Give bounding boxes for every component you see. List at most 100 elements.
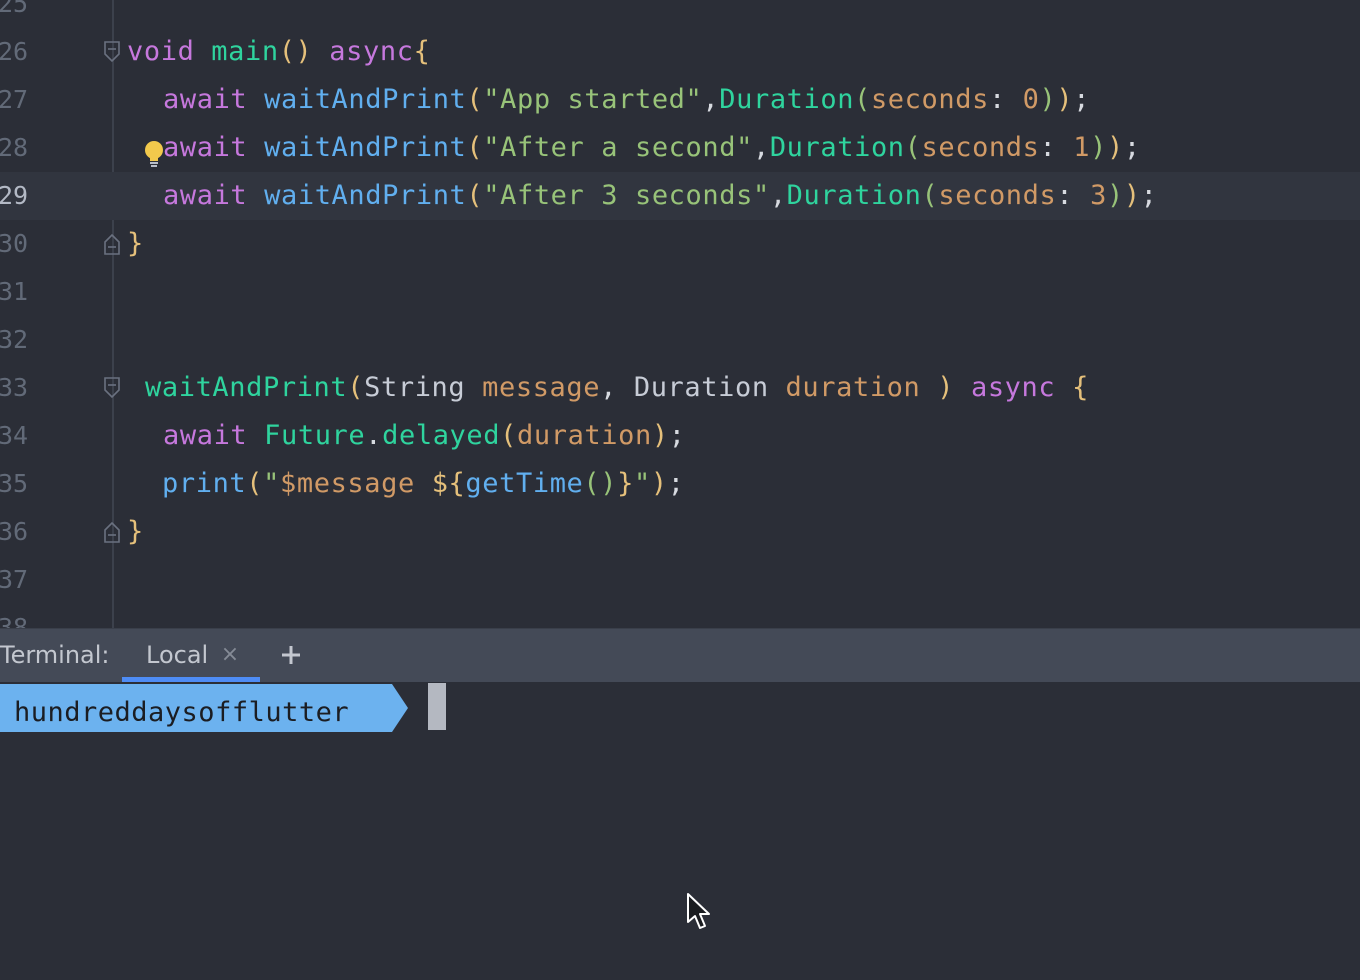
fold-collapse-icon[interactable] [103,377,121,399]
code-token: waitAndPrint [264,132,467,163]
code-token: } [127,516,144,547]
code-text[interactable]: await waitAndPrint("After a second",Dura… [163,124,1141,172]
code-token: " [263,468,280,499]
plus-icon[interactable] [276,640,306,670]
code-token: ( [904,132,922,163]
code-token: ) [937,372,955,403]
terminal-output[interactable]: hundreddaysofflutter [0,682,1360,980]
code-token: "After 3 seconds" [483,180,770,211]
code-line[interactable]: 33 waitAndPrint(String message, Duration … [0,364,1360,412]
line-number: 33 [0,373,29,402]
code-editor[interactable]: 25 26 void main() async{27 await waitAndPri… [0,0,1360,628]
line-number: 28 [0,133,29,162]
code-text[interactable]: void main() async{ [127,28,430,76]
code-token: ; [1073,84,1091,115]
line-number: 25 [0,0,29,18]
code-token: ; [1123,132,1141,163]
code-token: : [1039,132,1074,163]
code-token: , [600,372,634,403]
code-token: , [752,132,770,163]
code-token: ) [650,468,668,499]
code-line[interactable]: 27 await waitAndPrint("App started",Durat… [0,76,1360,124]
code-token: $message [280,468,415,499]
code-token: delayed [382,420,501,451]
code-line[interactable]: 34 await Future.delayed(duration); [0,412,1360,460]
code-token: ( [246,468,264,499]
tab-local[interactable]: Local × [122,629,260,682]
code-token: Future [264,420,366,451]
code-line[interactable]: 37 [0,556,1360,604]
code-token: ) [1106,180,1124,211]
line-number: 30 [0,229,29,258]
code-line[interactable]: 25 [0,0,1360,28]
code-token: { [1072,372,1089,403]
code-token: } [617,468,634,499]
code-token: ) [1056,84,1074,115]
code-token: 1 [1073,132,1091,163]
code-token: : [1056,180,1091,211]
code-line[interactable]: 28 await waitAndPrint("After a second",Du… [0,124,1360,172]
terminal-header: Terminal: Local × [0,628,1360,683]
code-token: , [769,180,787,211]
code-line[interactable]: 32 [0,316,1360,364]
code-token: ( [347,372,365,403]
code-token: ( [921,180,939,211]
code-token: 3 [1090,180,1107,211]
code-token: "After a second" [483,132,753,163]
code-token: 0 [1022,84,1040,115]
code-token: ) [651,420,669,451]
code-line[interactable]: 30} [0,220,1360,268]
code-token: async [329,36,414,67]
code-text[interactable]: } [127,508,144,556]
fold-end-icon[interactable] [103,233,121,255]
code-token: ( [466,180,484,211]
code-line[interactable]: 36} [0,508,1360,556]
line-number: 26 [0,37,29,66]
code-line[interactable]: 26 void main() async{ [0,28,1360,76]
code-line[interactable]: 31 [0,268,1360,316]
code-line[interactable]: 35 print("$message ${getTime()}"); [0,460,1360,508]
code-token: Duration [786,180,922,211]
tab-label: Local [146,641,209,669]
code-token: () [278,36,313,67]
code-token: seconds [921,132,1040,163]
code-line[interactable]: 38 [0,604,1360,628]
code-token: main [211,36,279,67]
code-token: waitAndPrint [145,372,348,403]
code-token: Duration [719,84,855,115]
lightbulb-icon[interactable] [141,139,167,169]
code-token: ; [667,468,685,499]
code-token: ) [1090,132,1107,163]
code-text[interactable]: } [127,220,144,268]
code-text[interactable]: print("$message ${getTime()}"); [162,460,685,508]
code-token: Duration [769,132,905,163]
code-token: . [365,420,383,451]
code-text[interactable]: waitAndPrint(String message, Duration du… [145,364,1089,412]
fold-end-icon[interactable] [103,521,121,543]
code-text[interactable]: await waitAndPrint("After 3 seconds",Dur… [163,172,1158,220]
fold-collapse-icon[interactable] [103,41,121,63]
code-line[interactable]: 29 await waitAndPrint("After 3 seconds",D… [0,172,1360,220]
line-number: 35 [0,469,29,498]
code-token: duration [785,372,921,403]
close-icon[interactable]: × [220,644,240,666]
line-number: 36 [0,517,29,546]
code-text[interactable]: await Future.delayed(duration); [163,412,686,460]
code-token: ( [500,420,517,451]
code-token: } [127,228,144,259]
code-token: , [702,84,720,115]
code-token: await [163,180,248,211]
line-number: 32 [0,325,29,354]
code-token: getTime [465,468,584,499]
code-token: async [970,372,1056,403]
code-text[interactable]: await waitAndPrint("App started",Duratio… [163,76,1090,124]
code-token: waitAndPrint [264,180,467,211]
